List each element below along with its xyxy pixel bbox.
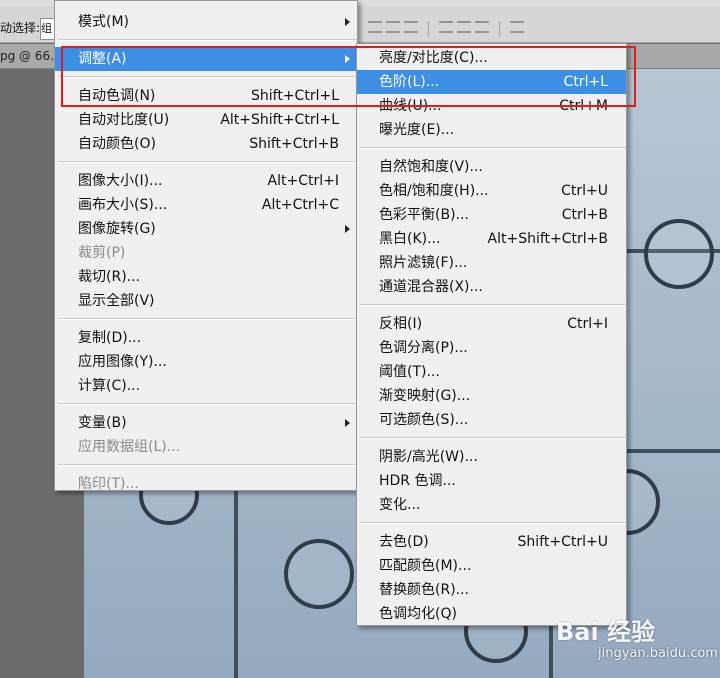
menu-item-trap: 陷印(T)... <box>78 476 139 492</box>
menu-item-levels[interactable]: 色阶(L)... Ctrl+L <box>357 70 626 94</box>
menu-item-variations[interactable]: 变化... <box>357 493 626 517</box>
toolbar-separator <box>499 21 500 37</box>
menu-separator <box>58 39 357 41</box>
align-middle-icon[interactable] <box>386 21 400 33</box>
menu-item-reveal-all[interactable]: 显示全部(V) <box>55 289 357 313</box>
submenu-arrow-icon <box>345 55 350 63</box>
menu-item-match-color[interactable]: 匹配颜色(M)... <box>357 554 626 578</box>
menu-item-desaturate[interactable]: 去色(D) Shift+Ctrl+U <box>357 530 626 554</box>
align-top-icon[interactable] <box>368 21 382 33</box>
menu-item-shadows-highlights[interactable]: 阴影/高光(W)... <box>357 445 626 469</box>
menu-item-auto-contrast[interactable]: 自动对比度(U) Alt+Shift+Ctrl+L <box>55 108 357 132</box>
menu-item-invert[interactable]: 反相(I) Ctrl+I <box>357 312 626 336</box>
menu-item-variables[interactable]: 变量(B) <box>55 411 357 435</box>
menu-separator <box>58 318 357 320</box>
menu-item-brightness-contrast[interactable]: 亮度/对比度(C)... <box>357 46 626 70</box>
menu-item-duplicate[interactable]: 复制(D)... <box>55 326 357 350</box>
adjustments-submenu: 亮度/对比度(C)... 色阶(L)... Ctrl+L 曲线(U)... Ctrl… <box>356 43 627 626</box>
menu-item-apply-image[interactable]: 应用图像(Y)... <box>55 350 357 374</box>
auto-align-icon[interactable] <box>510 21 524 33</box>
menu-separator <box>58 161 357 163</box>
menu-item-black-white[interactable]: 黑白(K)... Alt+Shift+Ctrl+B <box>357 227 626 251</box>
image-menu: 模式(M) 调整(A) 自动色调(N) Shift+Ctrl+L 自动对比度(U)… <box>54 0 358 492</box>
menu-separator <box>58 464 357 466</box>
menu-item-trim[interactable]: 裁切(R)... <box>55 265 357 289</box>
submenu-arrow-icon <box>345 18 350 26</box>
menu-separator <box>360 147 626 149</box>
toolbar-separator <box>428 21 429 37</box>
puzzle-knob <box>284 539 354 609</box>
watermark-url: jingyan.baidu.com <box>598 646 718 661</box>
document-tab[interactable]: pg @ 66.7 <box>0 49 62 63</box>
menu-separator <box>58 76 357 78</box>
submenu-arrow-icon <box>345 225 350 233</box>
menu-item-hue-saturation[interactable]: 色相/饱和度(H)... Ctrl+U <box>357 179 626 203</box>
align-tools <box>368 21 524 37</box>
auto-select-label: 动选择: <box>0 21 41 35</box>
menu-separator <box>360 437 626 439</box>
menu-separator <box>360 522 626 524</box>
menu-item-auto-color[interactable]: 自动颜色(O) Shift+Ctrl+B <box>55 132 357 156</box>
menu-item-vibrance[interactable]: 自然饱和度(V)... <box>357 155 626 179</box>
menu-item-threshold[interactable]: 阈值(T)... <box>357 360 626 384</box>
menu-item-gradient-map[interactable]: 渐变映射(G)... <box>357 384 626 408</box>
menu-item-channel-mixer[interactable]: 通道混合器(X)... <box>357 275 626 299</box>
menu-item-canvas-size[interactable]: 画布大小(S)... Alt+Ctrl+C <box>55 193 357 217</box>
menu-item-calculations[interactable]: 计算(C)... <box>55 374 357 398</box>
menu-item-posterize[interactable]: 色调分离(P)... <box>357 336 626 360</box>
menu-item-exposure[interactable]: 曝光度(E)... <box>357 118 626 142</box>
menu-item-photo-filter[interactable]: 照片滤镜(F)... <box>357 251 626 275</box>
menu-item-hdr-toning[interactable]: HDR 色调... <box>357 469 626 493</box>
menu-item-auto-tone[interactable]: 自动色调(N) Shift+Ctrl+L <box>55 84 357 108</box>
menu-item-crop: 裁剪(P) <box>78 245 126 261</box>
menu-separator <box>360 304 626 306</box>
menu-item-apply-data-set: 应用数据组(L)... <box>78 439 181 455</box>
align-bottom-icon[interactable] <box>404 21 418 33</box>
submenu-arrow-icon <box>345 419 350 427</box>
baidu-logo-watermark: Bai 经验 <box>556 618 656 646</box>
menu-separator <box>58 403 357 405</box>
menu-item-adjustments[interactable]: 调整(A) <box>55 47 357 71</box>
menu-item-image-size[interactable]: 图像大小(I)... Alt+Ctrl+I <box>55 169 357 193</box>
distribute-middle-icon[interactable] <box>457 21 471 33</box>
menu-item-mode[interactable]: 模式(M) <box>55 10 357 34</box>
menu-item-color-balance[interactable]: 色彩平衡(B)... Ctrl+B <box>357 203 626 227</box>
puzzle-knob <box>644 219 714 289</box>
menu-item-replace-color[interactable]: 替换颜色(R)... <box>357 578 626 602</box>
menu-item-selective-color[interactable]: 可选颜色(S)... <box>357 408 626 432</box>
menu-item-image-rotation[interactable]: 图像旋转(G) <box>55 217 357 241</box>
distribute-top-icon[interactable] <box>439 21 453 33</box>
menu-item-curves[interactable]: 曲线(U)... Ctrl+M <box>357 94 626 118</box>
distribute-bottom-icon[interactable] <box>475 21 489 33</box>
